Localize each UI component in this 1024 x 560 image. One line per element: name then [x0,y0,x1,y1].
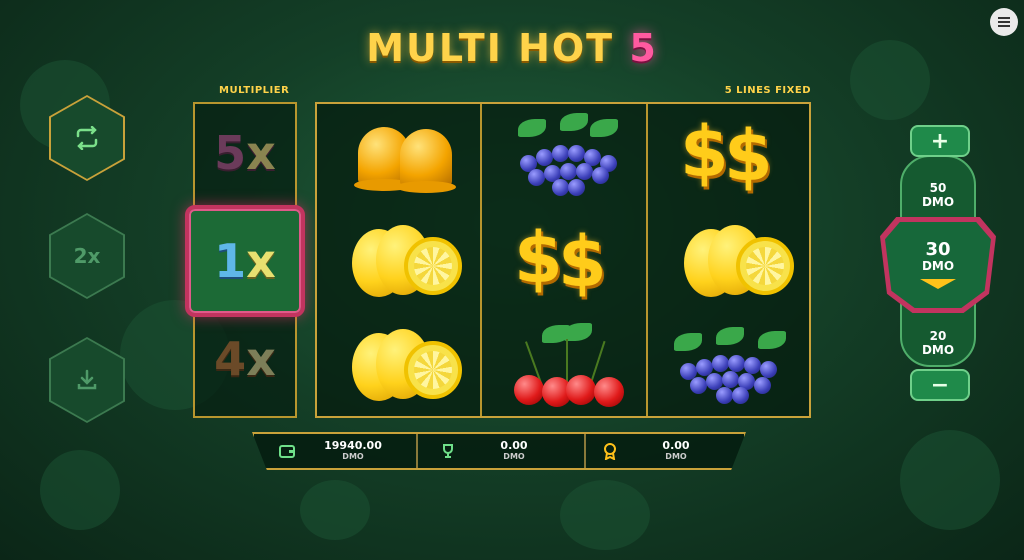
divider [584,434,586,468]
medal-icon [599,440,621,462]
collect-button[interactable] [49,337,125,423]
game-title: MULTI HOT 5 [366,26,658,70]
minus-icon: − [930,372,950,398]
bet-option-lower[interactable]: 20 DMO [902,329,974,357]
bonus-display: 0.00 DMO [599,434,721,468]
wallet-icon [276,440,298,462]
lines-label: 5 LINES FIXED [724,85,811,96]
bet-current[interactable]: 30 DMO [880,217,996,313]
reels-area: $ $ $ $ [315,102,811,418]
chevron-down-icon [920,279,956,289]
divider [416,434,418,468]
symbol-lemons [317,208,481,312]
symbol-lemons [649,208,813,312]
download-icon [77,369,97,390]
multiplier-5x: 5x [214,126,276,180]
multiplier-4x: 4x [214,332,276,386]
bet-decrease-button[interactable]: − [910,369,970,401]
repeat-icon [76,126,98,150]
balance-display: 19940.00 DMO [276,434,398,468]
win-display: 0.00 DMO [437,434,559,468]
bet-option-upper[interactable]: 50 DMO [902,181,974,209]
symbol-bells [317,104,481,208]
bet-selector: 50 DMO 20 DMO + 30 DMO − [880,125,996,405]
double-speed-button[interactable]: 2x [49,213,125,299]
symbol-dollars: $ $ [680,111,773,197]
trophy-icon [437,440,459,462]
symbol-grapes [649,312,813,416]
plus-icon: + [930,128,950,154]
symbol-cherries [483,312,647,416]
symbol-dollars: $ $ [514,217,607,303]
bet-increase-button[interactable]: + [910,125,970,157]
hamburger-icon [998,15,1010,29]
symbol-lemons [317,312,481,416]
status-bar: 19940.00 DMO 0.00 DMO 0.00 DMO [252,432,746,470]
menu-button[interactable] [990,8,1018,36]
multiplier-1x-active: 1x [185,205,305,317]
multiplier-label: MULTIPLIER [219,85,290,96]
symbol-grapes [483,104,647,208]
